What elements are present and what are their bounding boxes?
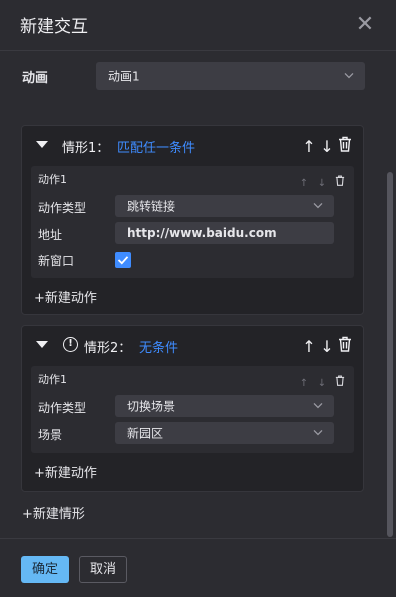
case-card-1: 情形1： 匹配任一条件 ↑ ↓ 动作1 ↑ ↓ 动作类型 跳转链接 地址 htt… <box>21 125 364 315</box>
action-card: 动作1 ↑ ↓ 动作类型 跳转链接 地址 http://www.baidu.com… <box>31 166 354 278</box>
add-action-button[interactable]: +新建动作 <box>34 287 97 306</box>
new-window-label: 新窗口 <box>38 254 75 268</box>
dialog-title: 新建交互 <box>20 17 88 37</box>
animation-select-value: 动画1 <box>108 69 140 84</box>
action-type-select[interactable]: 切换场景 <box>115 395 334 417</box>
scene-select[interactable]: 新园区 <box>115 422 334 444</box>
case-title: 情形2： <box>84 341 132 356</box>
action-type-select[interactable]: 跳转链接 <box>115 195 334 217</box>
scrollbar-thumb[interactable] <box>387 172 393 537</box>
url-label: 地址 <box>38 228 63 242</box>
dialog-header: 新建交互 ✕ <box>0 0 396 51</box>
trash-icon[interactable] <box>334 175 346 189</box>
warning-icon: ! <box>63 337 78 352</box>
case-toolbar: ↑ ↓ <box>299 136 353 156</box>
add-action-button[interactable]: +新建动作 <box>34 462 97 481</box>
url-input[interactable]: http://www.baidu.com <box>115 222 334 244</box>
arrow-down-icon[interactable]: ↓ <box>316 378 328 389</box>
arrow-up-icon[interactable]: ↑ <box>298 378 310 389</box>
ok-button[interactable]: 确定 <box>21 556 69 583</box>
arrow-up-icon[interactable]: ↑ <box>301 138 317 156</box>
animation-select[interactable]: 动画1 <box>96 62 365 90</box>
action-name: 动作1 <box>38 373 67 386</box>
case-title: 情形1： <box>62 141 110 156</box>
case-toolbar: ↑ ↓ <box>299 336 353 356</box>
action-card: 动作1 ↑ ↓ 动作类型 切换场景 场景 新园区 <box>31 366 354 453</box>
close-icon[interactable]: ✕ <box>354 14 376 36</box>
arrow-down-icon[interactable]: ↓ <box>319 138 335 156</box>
trash-icon[interactable] <box>337 136 353 154</box>
scene-value: 新园区 <box>127 426 164 441</box>
arrow-up-icon[interactable]: ↑ <box>298 178 310 189</box>
action-toolbar: ↑ ↓ <box>292 171 346 189</box>
url-value: http://www.baidu.com <box>127 226 277 240</box>
scrollbar[interactable] <box>387 172 393 537</box>
case-condition-link[interactable]: 匹配任一条件 <box>117 137 195 156</box>
scene-label: 场景 <box>38 428 63 442</box>
dialog-footer: 确定 取消 <box>0 538 396 597</box>
check-icon <box>117 256 129 265</box>
action-toolbar: ↑ ↓ <box>292 371 346 389</box>
arrow-down-icon[interactable]: ↓ <box>319 338 335 356</box>
new-interaction-dialog: 新建交互 ✕ 动画 动画1 情形1： 匹配任一条件 ↑ ↓ 动作1 ↑ ↓ 动作… <box>0 0 396 597</box>
trash-icon[interactable] <box>334 375 346 389</box>
animation-row: 动画 动画1 <box>0 60 396 92</box>
chevron-down-icon <box>313 402 323 409</box>
case-header: 情形1： 匹配任一条件 ↑ ↓ <box>22 126 363 164</box>
chevron-down-icon <box>313 202 323 209</box>
animation-label: 动画 <box>22 71 49 86</box>
cancel-button[interactable]: 取消 <box>79 556 127 583</box>
collapse-triangle-icon[interactable] <box>36 141 48 148</box>
collapse-triangle-icon[interactable] <box>36 341 48 348</box>
case-card-2: ! 情形2： 无条件 ↑ ↓ 动作1 ↑ ↓ 动作类型 切换场景 场景 新园区 … <box>21 325 364 492</box>
action-type-label: 动作类型 <box>38 201 87 215</box>
new-window-checkbox[interactable] <box>115 252 131 268</box>
case-condition-link[interactable]: 无条件 <box>139 337 178 356</box>
case-header: ! 情形2： 无条件 ↑ ↓ <box>22 326 363 364</box>
cases-scroll-area[interactable]: 情形1： 匹配任一条件 ↑ ↓ 动作1 ↑ ↓ 动作类型 跳转链接 地址 htt… <box>0 112 396 537</box>
add-case-button[interactable]: +新建情形 <box>22 503 85 522</box>
action-type-value: 跳转链接 <box>127 199 176 214</box>
action-type-label: 动作类型 <box>38 401 87 415</box>
chevron-down-icon <box>344 72 354 79</box>
chevron-down-icon <box>313 429 323 436</box>
arrow-up-icon[interactable]: ↑ <box>301 338 317 356</box>
trash-icon[interactable] <box>337 336 353 354</box>
action-name: 动作1 <box>38 173 67 186</box>
arrow-down-icon[interactable]: ↓ <box>316 178 328 189</box>
action-type-value: 切换场景 <box>127 399 176 414</box>
